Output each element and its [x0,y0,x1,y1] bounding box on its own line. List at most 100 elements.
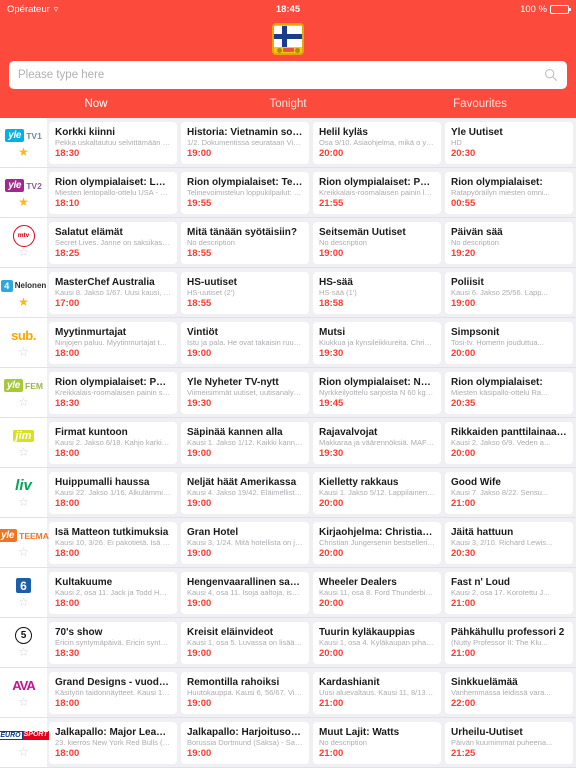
program-card[interactable]: Gran Hotel Kausi 3, 1/24. Mitä hotellista… [181,521,309,564]
program-description: Christian Jungersenin bestsellerin ai... [319,538,435,548]
program-card[interactable]: Fast n' Loud Kausi 2, osa 17. Korotettu J… [445,571,573,614]
channel-cell-sub[interactable]: sub. ☆ [0,318,47,368]
program-row: Rion olympialaiset: Paini,...Kreikkalais… [47,368,576,418]
program-title: Kreisit eläinvideot [187,626,274,638]
program-card[interactable]: Helil kyläs Osa 9/10. Asiaohjelma, mikä o… [313,121,441,164]
favourite-star-icon[interactable]: ☆ [18,746,29,758]
channel-cell-tv5[interactable]: 5 ☆ [0,618,47,668]
favourite-star-icon[interactable]: ★ [18,146,29,158]
program-card[interactable]: Sinkkuelämää Vanhemmassa leidissä vara...… [445,671,573,714]
program-card[interactable]: Isä Matteon tutkimuksia Kausi 10, 3/26. E… [49,521,177,564]
tab-favourites[interactable]: Favourites [384,96,576,114]
program-card[interactable]: Rion olympialaiset: Teline...Telinevoimi… [181,171,309,214]
program-card[interactable]: Yle Nyheter TV-nytt Viimeisimmät uutiset,… [181,371,309,414]
favourite-star-icon[interactable]: ☆ [18,596,29,608]
favourite-star-icon[interactable]: ☆ [18,346,29,358]
favourite-star-icon[interactable]: ☆ [18,446,29,458]
favourite-star-icon[interactable]: ☆ [18,396,29,408]
program-card[interactable]: Rajavalvojat Makkaraa ja väärennöksiä. MA… [313,421,441,464]
program-card[interactable]: Kirjaohjelma: Christian Ju...Christian J… [313,521,441,564]
channel-cell-yle-tv2[interactable]: yle TV2 ★ [0,168,47,218]
channel-cell-mtv3[interactable]: mtv ☆ [0,218,47,268]
program-card[interactable]: Myytinmurtajat Ninjojen paluu. Myytinmurt… [49,321,177,364]
program-card[interactable]: Korkki kiinni Pekka uskaltautuu selvittäm… [49,121,177,164]
program-card[interactable]: HS-uutiset HS-uutiset (2') 18:55 [181,271,309,314]
favourite-star-icon[interactable]: ☆ [18,646,29,658]
program-card[interactable]: Kreisit eläinvideot Kausi 1, osa 5. Luvas… [181,621,309,664]
channel-logo: yle FEM [4,377,43,394]
channel-cell-nelonen[interactable]: 4 Nelonen ★ [0,268,47,318]
program-card[interactable]: Jalkapallo: Harjoitusottelu Borussia Dort… [181,721,309,764]
program-title: Urheilu-Uutiset [451,726,523,738]
favourite-star-icon[interactable]: ★ [18,196,29,208]
channel-cell-liv[interactable]: liv ☆ [0,468,47,518]
tab-tonight[interactable]: Tonight [192,96,384,114]
favourite-star-icon[interactable]: ★ [18,296,29,308]
program-card[interactable]: Mutsi Kiukkua ja kynsileikkureita. Christ… [313,321,441,364]
tab-now[interactable]: Now [0,96,192,114]
program-card[interactable]: Rion olympialaiset: Nyrkk...Nyrkkeilyott… [313,371,441,414]
program-card[interactable]: Rion olympialaiset: Paini,...Kreikkalais… [49,371,177,414]
favourite-star-icon[interactable]: ☆ [18,246,29,258]
program-card[interactable]: Good Wife Kausi 7. Jakso 8/22. Sensu... 21… [445,471,573,514]
program-card[interactable]: Huippumalli haussa Kausi 22. Jakso 1/16. … [49,471,177,514]
program-card[interactable]: Rikkaiden panttilainaamo Kausi 2. Jakso 6… [445,421,573,464]
program-card[interactable]: Rion olympialaiset: Lento...Miesten lent… [49,171,177,214]
program-card[interactable]: Pähkähullu professori 2 (Nutty Professor … [445,621,573,664]
program-card[interactable]: Rion olympialaiset: Paini Kreikkalais-roo… [313,171,441,214]
search-input[interactable] [18,69,544,81]
channel-cell-yle-teema[interactable]: yle TEEMA ☆ [0,518,49,568]
favourite-star-icon[interactable]: ☆ [18,696,29,708]
app-icon-base [274,47,302,53]
program-card[interactable]: Poliisit Kausi 6. Jakso 25/56. Lapp... 19:… [445,271,573,314]
program-card[interactable]: Tuurin kyläkauppias Kausi 1, osa 4. Kyläk… [313,621,441,664]
program-card[interactable]: Remontilla rahoiksi Huutokauppa. Kausi 6,… [181,671,309,714]
program-card[interactable]: Grand Designs - vuoden t...Käsityön taid… [49,671,177,714]
program-grid[interactable]: Korkki kiinni Pekka uskaltautuu selvittäm… [47,118,576,768]
program-card[interactable]: Vintiöt Istu ja pala. He ovat takaisin ru… [181,321,309,364]
status-bar-clock: 18:45 [275,3,301,15]
program-title: Mitä tänään syötäisiin? [187,226,298,238]
program-card[interactable]: Firmat kuntoon Kausi 2. Jakso 6/18. Kahjo… [49,421,177,464]
program-card[interactable]: Hengenvaarallinen saalis Kausi 4, osa 11.… [181,571,309,614]
program-card[interactable]: Urheilu-Uutiset Päivän kuumimmat puheena.… [445,721,573,764]
program-description: No description [451,238,499,248]
channel-cell-yle-fem[interactable]: yle FEM ☆ [0,368,47,418]
channel-cell-kutonen[interactable]: 6 ☆ [0,568,47,618]
program-card[interactable]: Seitsemän Uutiset No description 19:00 [313,221,441,264]
program-card[interactable]: Neljät häät Amerikassa Kausi 4. Jakso 19/… [181,471,309,514]
program-card[interactable]: Kielletty rakkaus Kausi 1. Jakso 5/12. La… [313,471,441,514]
program-card[interactable]: HS-sää HS-sää (1') 18:58 [313,271,441,314]
program-card[interactable]: Yle Uutiset HD 20:30 [445,121,573,164]
channel-cell-jim[interactable]: jim ☆ [0,418,47,468]
channel-suffix-label: Nelonen [14,281,47,290]
channel-cell-ava[interactable]: AVA ☆ [0,668,47,718]
favourite-star-icon[interactable]: ☆ [18,496,29,508]
program-card[interactable]: Mitä tänään syötäisiin? No description 18:… [181,221,309,264]
program-time: 18:10 [55,197,80,209]
program-card[interactable]: Historia: Vietnamin sodan...1/2. Dokumen… [181,121,309,164]
channel-column[interactable]: yle TV1 ★ yle TV2 ★ mtv ☆ 4 Nelonen ★ sub. ☆ yle FEM ☆ j… [0,118,49,768]
channel-cell-eurosport[interactable]: EURO SPORT ☆ [0,718,49,768]
program-card[interactable]: Jäitä hattuun Kausi 3, 2/10. Richard Lewi… [445,521,573,564]
search-icon[interactable] [544,68,558,82]
channel-cell-yle-tv1[interactable]: yle TV1 ★ [0,118,47,168]
program-card[interactable]: Jalkapallo: Major League... 23. kierros N… [49,721,177,764]
program-card[interactable]: Kultakuume Kausi 2, osa 11. Jack ja Todd … [49,571,177,614]
program-card[interactable]: Wheeler Dealers Kausi 11, osa 8. Ford Thu… [313,571,441,614]
program-time: 19:45 [319,397,344,409]
program-card[interactable]: 70's show Ericin syntymäpäivä. Ericin syn… [49,621,177,664]
program-card[interactable]: Kardashianit Uusi aluevaltaus. Kausi 11, … [313,671,441,714]
program-card[interactable]: Rion olympialaiset: Miesten käsipallo-ott… [445,371,573,414]
program-card[interactable]: Päivän sää No description 19:20 [445,221,573,264]
favourite-star-icon[interactable]: ☆ [18,546,29,558]
program-card[interactable]: Rion olympialaiset: Ratapyöräilyn miesten… [445,171,573,214]
search-box[interactable] [9,61,567,89]
program-card[interactable]: Muut Lajit: Watts No description 21:00 [313,721,441,764]
program-card[interactable]: MasterChef Australia Kausi 8. Jakso 1/67.… [49,271,177,314]
program-card[interactable]: Salatut elämät Secret Lives. Janne on sak… [49,221,177,264]
program-card[interactable]: Säpinää kannen alla Kausi 1. Jakso 1/12. … [181,421,309,464]
program-description: Kausi 4, osa 11. Isoja aaltoja, isoja hu… [187,588,303,598]
program-title: Gran Hotel [187,526,239,538]
program-card[interactable]: Simpsonit Tosi-tv. Homerin jouduttua... 20… [445,321,573,364]
